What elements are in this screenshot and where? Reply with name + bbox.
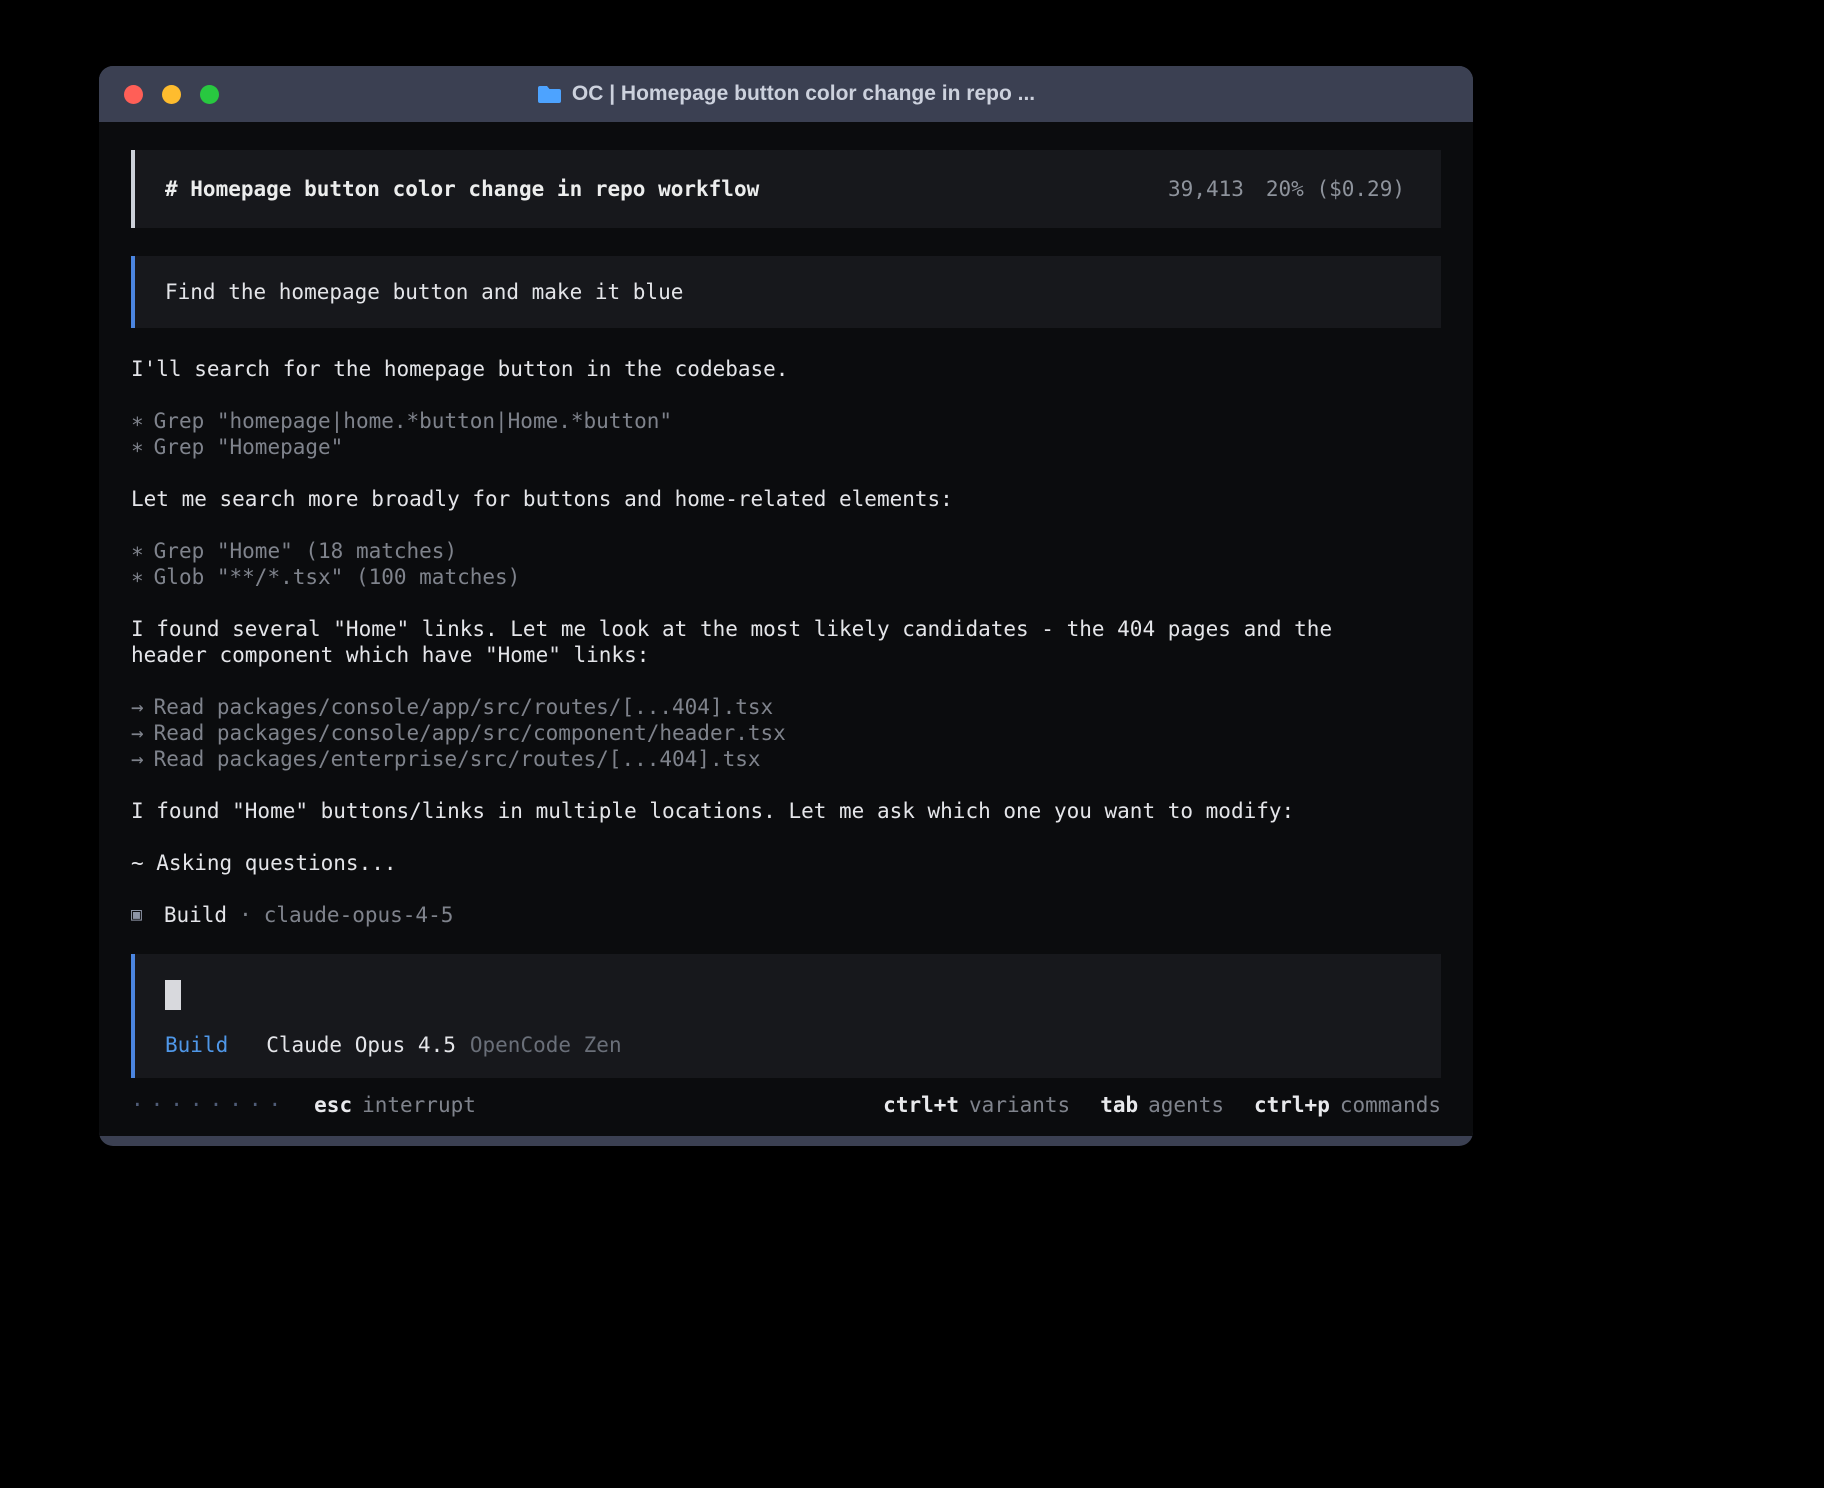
tool-call-text: Read packages/enterprise/src/routes/[...… [154,747,761,771]
tool-call-group: → Read packages/console/app/src/routes/[.… [131,694,1441,772]
user-message-text: Find the homepage button and make it blu… [165,280,683,304]
tool-call-text: Read packages/console/app/src/routes/[..… [154,695,774,719]
assistant-text: I found several "Home" links. Let me loo… [131,616,1371,668]
mode-label[interactable]: Build [165,1032,228,1058]
tool-call-text: Grep "homepage|home.*button|Home.*button… [154,409,672,433]
text-cursor [165,980,181,1010]
folder-icon [537,84,562,104]
tool-call-grep: ∗ Grep "homepage|home.*button|Home.*butto… [131,408,1441,434]
provider-label: OpenCode Zen [470,1032,622,1058]
tool-call-group: ∗ Grep "homepage|home.*button|Home.*butto… [131,408,1441,460]
prompt-input[interactable]: Build Claude Opus 4.5 OpenCode Zen [131,954,1441,1078]
input-meta: Build Claude Opus 4.5 OpenCode Zen [165,1032,1411,1058]
assistant-text: Let me search more broadly for buttons a… [131,486,1441,512]
arrow-icon: → [131,747,144,771]
status-bar: ········ esc interrupt ctrl+t variants t… [131,1092,1441,1118]
shortcut-agents[interactable]: tab agents [1100,1092,1224,1118]
token-count: 39,413 [1168,177,1244,201]
terminal-window: OC | Homepage button color change in rep… [99,66,1473,1146]
arrow-icon: → [131,721,144,745]
traffic-lights [99,85,219,104]
shortcut-variants[interactable]: ctrl+t variants [883,1092,1070,1118]
window-title-text: OC | Homepage button color change in rep… [572,82,1035,106]
asking-questions-status: ~ Asking questions... [131,850,1441,876]
close-button[interactable] [124,85,143,104]
tool-marker-icon: ∗ [131,435,144,459]
window-title: OC | Homepage button color change in rep… [99,66,1473,122]
agent-icon: ▣ [131,902,142,928]
agent-name: Build [164,902,227,928]
assistant-paragraph: ~ Asking questions... [131,850,1441,876]
assistant-paragraph: I found several "Home" links. Let me loo… [131,616,1441,668]
session-cost: ($0.29) [1316,177,1405,201]
assistant-text: I found "Home" buttons/links in multiple… [131,798,1441,824]
user-message: Find the homepage button and make it blu… [131,256,1441,328]
shortcut-label: variants [969,1092,1070,1118]
tool-call-text: Grep "Home" (18 matches) [154,539,457,563]
assistant-text: I'll search for the homepage button in t… [131,356,1441,382]
tool-marker-icon: ∗ [131,539,144,563]
tool-call-text: Grep "Homepage" [154,435,344,459]
model-label[interactable]: Claude Opus 4.5 [266,1032,456,1058]
tool-marker-icon: ∗ [131,565,144,589]
session-title: # Homepage button color change in repo w… [165,175,759,203]
session-header: # Homepage button color change in repo w… [131,150,1441,228]
titlebar[interactable]: OC | Homepage button color change in rep… [99,66,1473,122]
tool-call-text: Read packages/console/app/src/component/… [154,721,786,745]
shortcut-key: tab [1100,1092,1138,1118]
tool-call-text: Glob "**/*.tsx" (100 matches) [154,565,521,589]
tool-call-group: ∗ Grep "Home" (18 matches) ∗ Glob "**/*.ts… [131,538,1441,590]
esc-label: interrupt [362,1092,476,1118]
minimize-button[interactable] [162,85,181,104]
shortcut-key: ctrl+p [1254,1092,1330,1118]
assistant-paragraph: Let me search more broadly for buttons a… [131,486,1441,512]
tool-call-grep: ∗ Grep "Homepage" [131,434,1441,460]
shortcut-label: agents [1148,1092,1224,1118]
esc-key[interactable]: esc [314,1092,352,1118]
tool-call-read: → Read packages/console/app/src/routes/[.… [131,694,1441,720]
zoom-button[interactable] [200,85,219,104]
agent-status: ▣ Build · claude-opus-4-5 [131,902,1441,928]
arrow-icon: → [131,695,144,719]
shortcut-commands[interactable]: ctrl+p commands [1254,1092,1441,1118]
context-percent: 20% [1266,177,1304,201]
tool-call-glob: ∗ Glob "**/*.tsx" (100 matches) [131,564,1441,590]
terminal-content: # Homepage button color change in repo w… [99,122,1473,1136]
tool-call-read: → Read packages/console/app/src/component… [131,720,1441,746]
shortcut-key: ctrl+t [883,1092,959,1118]
separator-dot: · [239,902,252,928]
shortcut-label: commands [1340,1092,1441,1118]
tool-call-read: → Read packages/enterprise/src/routes/[..… [131,746,1441,772]
session-stats: 39,413 20% ($0.29) [1168,175,1405,203]
agent-model: claude-opus-4-5 [264,902,454,928]
assistant-paragraph: I'll search for the homepage button in t… [131,356,1441,382]
spinner-dots: ········ [131,1092,288,1118]
assistant-paragraph: I found "Home" buttons/links in multiple… [131,798,1441,824]
tool-call-grep: ∗ Grep "Home" (18 matches) [131,538,1441,564]
tool-marker-icon: ∗ [131,409,144,433]
